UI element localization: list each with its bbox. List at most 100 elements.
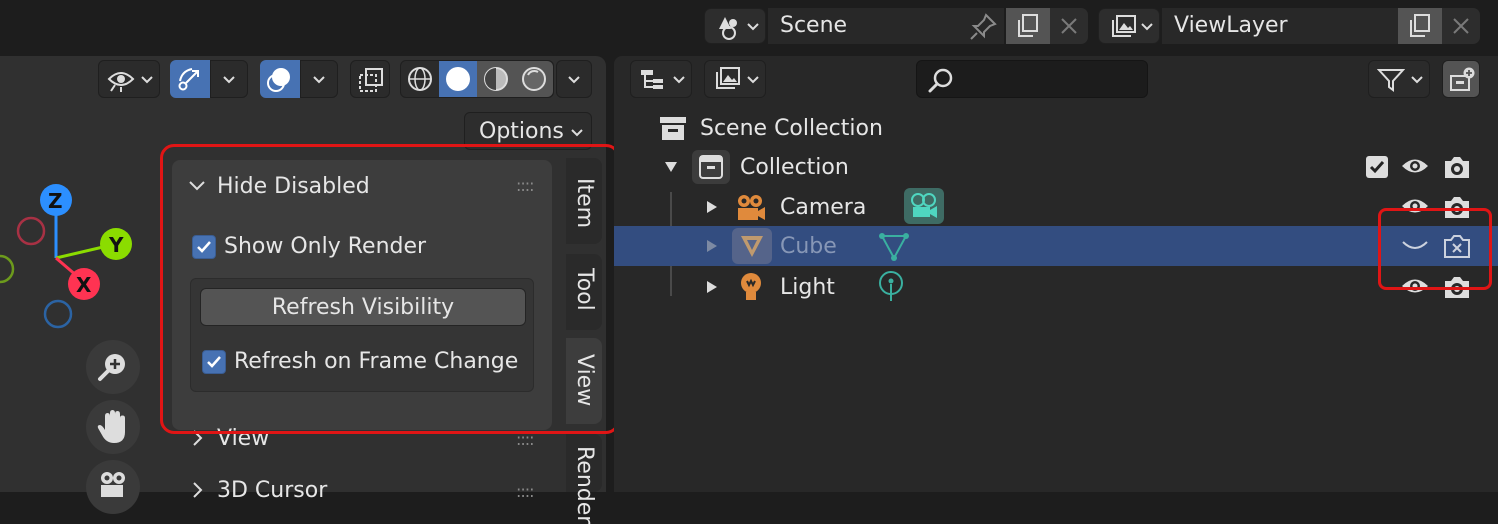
light-data-icon[interactable] — [876, 270, 906, 304]
viewlayer-name-field[interactable]: ViewLayer — [1162, 8, 1398, 44]
gizmo-neg-z — [43, 299, 73, 329]
collection-icon — [699, 155, 723, 179]
collection-row[interactable]: Collection — [614, 148, 1498, 186]
light-object-icon — [741, 273, 761, 300]
camera-icon — [101, 472, 125, 497]
solid-shading-button[interactable] — [439, 61, 477, 97]
exclude-checkbox[interactable] — [1366, 156, 1388, 178]
tab-render[interactable]: Render — [566, 434, 602, 524]
scene-collection-label: Scene Collection — [700, 116, 883, 141]
gizmo-toggle-button[interactable] — [170, 60, 210, 98]
overlay-toggle-button[interactable] — [260, 60, 300, 98]
render-layers-icon — [716, 67, 740, 89]
wireframe-sphere-icon — [408, 67, 432, 91]
rendered-shading-button[interactable] — [515, 61, 553, 97]
chevron-down-icon — [1411, 76, 1423, 84]
pan-button[interactable] — [86, 400, 140, 454]
3d-cursor-panel-header[interactable]: 3D Cursor :::: — [172, 476, 552, 506]
cube-row[interactable]: Cube — [614, 226, 1498, 266]
rendered-sphere-icon — [522, 67, 546, 91]
close-icon — [1061, 18, 1077, 34]
disclosure-triangle-right-icon[interactable] — [706, 200, 718, 214]
chevron-right-icon — [193, 482, 203, 498]
new-scene-button[interactable] — [1006, 8, 1050, 44]
mesh-data-icon[interactable] — [878, 232, 910, 262]
camera-data-icon — [911, 193, 937, 218]
outliner-search-field[interactable] — [916, 60, 1148, 98]
overlay-icon — [267, 68, 290, 92]
zoom-button[interactable] — [86, 340, 140, 394]
render-camera-icon[interactable] — [1442, 153, 1472, 181]
collection-label: Collection — [740, 155, 849, 180]
tab-render-label: Render — [572, 446, 597, 524]
filter-icon — [1377, 69, 1405, 92]
checkmark-icon — [1369, 161, 1385, 174]
render-layers-icon — [1112, 15, 1136, 37]
gizmo-z-label: Z — [48, 189, 63, 213]
disclosure-triangle-down-icon[interactable] — [664, 161, 678, 173]
chevron-down-icon — [747, 76, 759, 84]
material-shading-button[interactable] — [477, 61, 515, 97]
xray-toggle-button[interactable] — [350, 60, 390, 98]
camera-row[interactable]: Camera — [614, 188, 1498, 226]
disclosure-triangle-right-icon[interactable] — [706, 280, 718, 294]
delete-scene-button[interactable] — [1050, 8, 1088, 44]
eye-icon[interactable] — [1400, 154, 1430, 178]
eye-icon — [107, 72, 135, 92]
scene-collection-icon — [660, 117, 686, 140]
mesh-object-icon — [741, 236, 763, 257]
chevron-down-icon — [313, 76, 325, 84]
cube-object-icon-box — [732, 228, 772, 264]
new-collection-icon — [1450, 67, 1475, 91]
gizmo-neg-y — [0, 254, 15, 284]
gizmo-neg-x — [16, 216, 46, 246]
filter-dropdown[interactable] — [1368, 60, 1430, 98]
solid-sphere-icon — [446, 67, 470, 91]
gizmo-dropdown[interactable] — [210, 60, 248, 98]
xray-icon — [359, 68, 383, 92]
overlay-dropdown[interactable] — [300, 60, 338, 98]
duplicate-icon — [1018, 14, 1038, 37]
gizmo-x-label: X — [76, 273, 92, 297]
delete-viewlayer-button[interactable] — [1442, 8, 1480, 44]
duplicate-icon — [1410, 14, 1430, 37]
scene-name: Scene — [780, 13, 848, 38]
new-collection-button[interactable] — [1442, 60, 1480, 98]
annotation-highlight — [160, 144, 620, 434]
options-label: Options — [479, 119, 564, 144]
visibility-dropdown[interactable] — [98, 60, 160, 98]
search-icon — [928, 68, 953, 93]
collection-icon-box — [692, 150, 730, 184]
chevron-down-icon — [673, 76, 685, 84]
new-viewlayer-button[interactable] — [1398, 8, 1442, 44]
zoom-icon — [98, 354, 125, 381]
close-icon — [1453, 18, 1469, 34]
cube-label: Cube — [780, 234, 837, 259]
3d-cursor-panel-label: 3D Cursor — [217, 478, 328, 503]
chevron-down-icon — [223, 76, 235, 84]
pin-icon[interactable] — [968, 12, 998, 42]
camera-data-icon-box[interactable] — [904, 188, 944, 224]
camera-object-icon — [738, 195, 765, 220]
viewlayer-dropdown[interactable] — [1098, 8, 1160, 44]
display-mode-dropdown[interactable] — [630, 60, 692, 98]
gizmo-y-label: Y — [109, 233, 124, 257]
chevron-down-icon — [1141, 23, 1153, 31]
camera-view-button[interactable] — [86, 460, 140, 514]
annotation-highlight — [1378, 208, 1492, 290]
disclosure-triangle-right-icon[interactable] — [706, 239, 718, 253]
scene-type-dropdown[interactable] — [704, 8, 766, 44]
view-layer-mode-dropdown[interactable] — [704, 60, 766, 98]
camera-label: Camera — [780, 195, 867, 220]
material-sphere-icon — [484, 67, 508, 91]
scene-collection-row[interactable]: Scene Collection — [614, 110, 1498, 146]
chevron-down-icon — [747, 23, 759, 31]
shading-dropdown[interactable] — [556, 60, 592, 98]
light-row[interactable]: Light — [614, 268, 1498, 306]
viewlayer-name: ViewLayer — [1174, 13, 1288, 38]
chevron-down-icon — [571, 129, 583, 137]
wireframe-shading-button[interactable] — [401, 61, 439, 97]
light-label: Light — [780, 275, 835, 300]
outliner-icon — [641, 70, 663, 89]
chevron-down-icon — [141, 76, 153, 84]
